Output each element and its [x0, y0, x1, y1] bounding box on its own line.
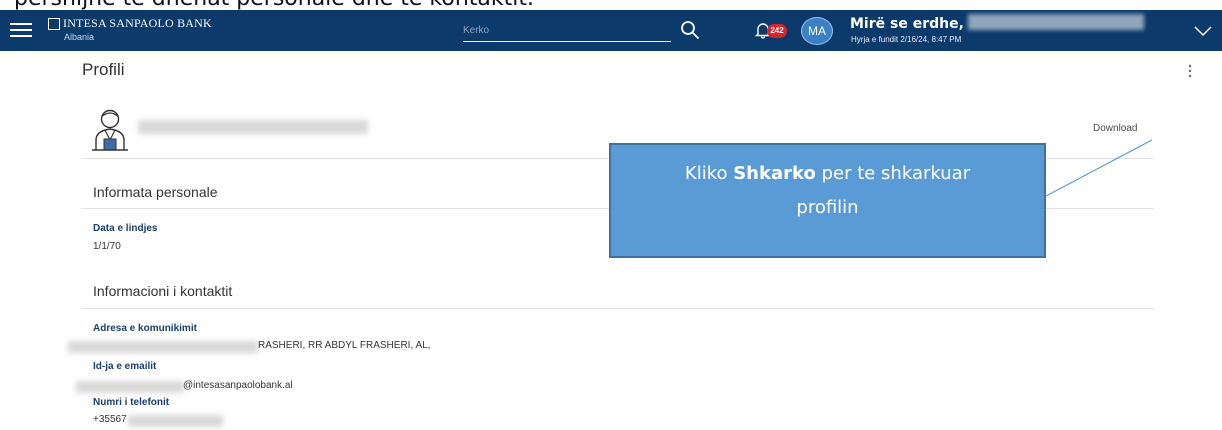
chevron-down-icon[interactable] [1193, 25, 1213, 37]
contact-info-heading: Informacioni i kontaktit [93, 283, 233, 299]
email-value: @intesasanpaolobank.al [183, 380, 293, 391]
callout-text-bold: Shkarko [733, 163, 816, 184]
top-navigation-bar: INTESA SANPAOLO BANK Albania 242 MA Mirë… [0, 10, 1222, 51]
bank-logo[interactable]: INTESA SANPAOLO BANK Albania [48, 16, 212, 42]
blurred-address [68, 341, 258, 353]
welcome-text: Mirë se erdhe, [850, 14, 1144, 32]
menu-icon[interactable] [10, 19, 32, 41]
personal-info-heading: Informata personale [93, 184, 218, 200]
blurred-customer-name [138, 120, 368, 134]
welcome-greeting: Mirë se erdhe, [850, 16, 964, 32]
birth-date-label: Data e lindjes [93, 223, 158, 234]
blurred-email-prefix [76, 381, 184, 393]
callout-line-1: Kliko Shkarko per te shkarkuar [611, 163, 1044, 184]
phone-label: Numri i telefonit [93, 397, 170, 408]
last-login-text: Hyrja e fundit 2/16/24, 8:47 PM [851, 35, 962, 44]
notification-badge[interactable]: 242 [767, 24, 787, 38]
user-profile-icon [92, 109, 128, 151]
search-icon[interactable] [680, 20, 700, 40]
page-title: Profili [82, 60, 125, 79]
phone-value: +35567 [93, 414, 127, 425]
search-input[interactable] [463, 20, 671, 41]
download-link[interactable]: Download [1093, 123, 1137, 134]
address-label: Adresa e komunikimit [93, 323, 197, 334]
callout-text-after: per te shkarkuar [815, 163, 971, 184]
birth-date-value: 1/1/70 [93, 241, 121, 252]
more-options-icon[interactable] [1187, 64, 1193, 78]
avatar[interactable]: MA [801, 17, 833, 45]
address-value: RASHERI, RR ABDYL FRASHERI, AL, [258, 340, 431, 351]
blurred-user-name [967, 14, 1144, 30]
brand-country: Albania [64, 32, 95, 42]
callout-text-before: Kliko [684, 163, 734, 184]
blurred-phone-digits [128, 415, 223, 427]
logo-mark-icon [48, 17, 60, 30]
brand-name: INTESA SANPAOLO BANK [63, 16, 212, 30]
instruction-callout: Kliko Shkarko per te shkarkuar profilin [609, 143, 1046, 258]
callout-line-2: profilin [796, 197, 859, 218]
search-field[interactable] [463, 20, 671, 42]
divider [82, 308, 1154, 309]
email-label: Id-ja e emailit [93, 361, 157, 372]
